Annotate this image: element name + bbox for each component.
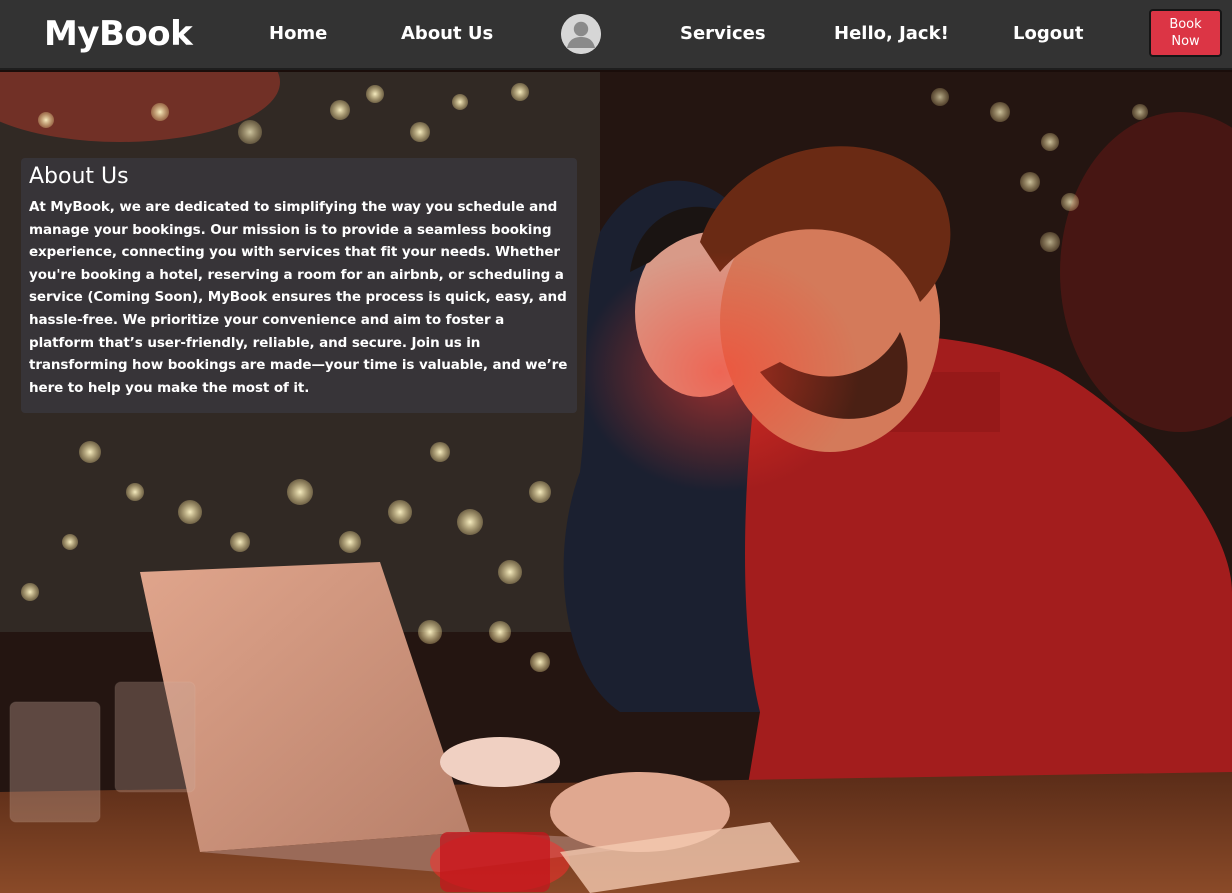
book-now-button[interactable]: Book Now [1149,9,1222,57]
brand-logo[interactable]: MyBook [44,13,193,55]
nav-about-us[interactable]: About Us [401,22,493,46]
about-us-title: About Us [29,164,129,189]
book-now-label-line2: Now [1171,34,1200,49]
nav-services[interactable]: Services [680,22,766,46]
user-greeting: Hello, Jack! [834,23,949,44]
about-us-panel: About Us At MyBook, we are dedicated to … [21,158,577,413]
navbar: MyBook Home About Us Services Hello, Jac… [0,0,1232,70]
nav-logout[interactable]: Logout [1013,22,1084,46]
about-us-description: At MyBook, we are dedicated to simplifyi… [29,199,568,396]
user-avatar-icon[interactable] [561,14,601,54]
book-now-label-line1: Book [1169,17,1202,32]
nav-home[interactable]: Home [269,22,327,46]
